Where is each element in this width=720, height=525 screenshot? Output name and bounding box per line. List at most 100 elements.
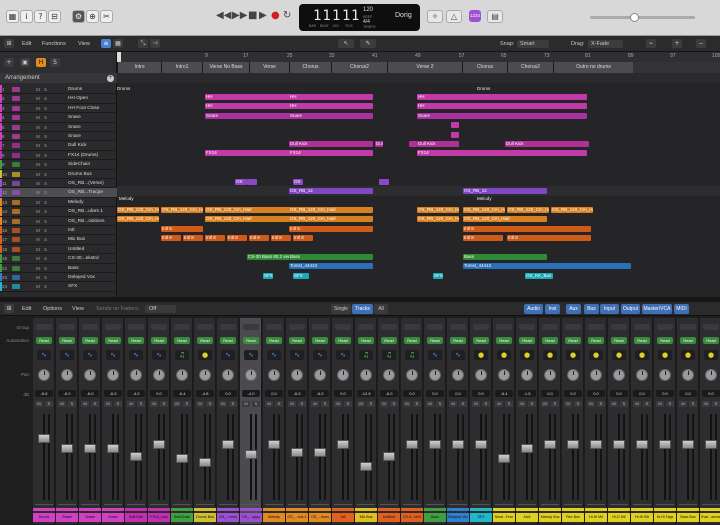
channel-strip[interactable]: Read ● 0.0 M S Hi-Hi Tags bbox=[654, 318, 676, 524]
ruler-toggle-icon[interactable]: ▤ bbox=[487, 10, 503, 23]
pan-knob[interactable] bbox=[521, 369, 533, 381]
track-header[interactable]: 23 M S Delayed Vox bbox=[0, 273, 117, 283]
strip-name[interactable]: Hi-D 5/6 bbox=[608, 513, 630, 522]
pan-knob[interactable] bbox=[498, 369, 510, 381]
pan-knob[interactable] bbox=[567, 369, 579, 381]
solo-button[interactable]: S bbox=[206, 401, 214, 407]
channel-strip[interactable]: Read ● 0.0 M S Hi-D 5/6 bbox=[608, 318, 630, 524]
grid-view-icon[interactable]: ▦ bbox=[113, 39, 123, 48]
automation-read-button[interactable]: Read bbox=[105, 337, 121, 344]
volume-fader[interactable] bbox=[107, 444, 119, 453]
automation-read-button[interactable]: Read bbox=[289, 337, 305, 344]
pan-knob[interactable] bbox=[659, 369, 671, 381]
mute-button[interactable]: M bbox=[58, 401, 66, 407]
channel-strip[interactable]: Read ∿ -6.0 M S Snare bbox=[102, 318, 124, 524]
automation-read-button[interactable]: Read bbox=[381, 337, 397, 344]
group-slot[interactable] bbox=[680, 324, 696, 330]
channel-strip[interactable]: Read ∿ 0.0 M S FX14_ums bbox=[148, 318, 170, 524]
solo-button[interactable]: S bbox=[68, 401, 76, 407]
region[interactable]: Snare bbox=[417, 112, 587, 119]
channel-strip[interactable]: Read ● 0.0 M S Hi-Hi Mit bbox=[585, 318, 607, 524]
region[interactable]: SFX bbox=[433, 272, 443, 279]
automation-read-button[interactable]: Read bbox=[82, 337, 98, 344]
mute-button[interactable]: M bbox=[334, 401, 342, 407]
solo-button[interactable]: S bbox=[367, 401, 375, 407]
channel-strip[interactable]: Read ● -4.8 M S Drums Bus bbox=[194, 318, 216, 524]
pan-knob[interactable] bbox=[337, 369, 349, 381]
solo-button[interactable]: S bbox=[114, 401, 122, 407]
waveform-zoom-icon[interactable]: ⌁ bbox=[646, 39, 656, 48]
region[interactable]: OS_RB_120_Cm_Harl bbox=[161, 206, 203, 213]
solo-button[interactable]: S bbox=[44, 198, 47, 207]
tracks-button[interactable]: Tracks bbox=[352, 304, 373, 314]
channel-strip[interactable]: Read ∿ -6.0 M S OS_...tions bbox=[309, 318, 331, 524]
mute-button[interactable]: M bbox=[36, 123, 40, 132]
pan-knob[interactable] bbox=[682, 369, 694, 381]
mixer-filter-master-vca[interactable]: Master/VCA bbox=[642, 304, 672, 314]
mixer-filter-input[interactable]: Input bbox=[600, 304, 619, 314]
solo-button[interactable]: S bbox=[643, 401, 651, 407]
mixer-edit-menu[interactable]: Edit bbox=[22, 305, 31, 313]
pan-knob[interactable] bbox=[130, 369, 142, 381]
mixer-filter-aux[interactable]: Aux bbox=[566, 304, 581, 314]
solo-button[interactable]: S bbox=[44, 104, 47, 113]
region[interactable]: Snare bbox=[205, 112, 291, 119]
pan-knob[interactable] bbox=[452, 369, 464, 381]
automation-read-button[interactable]: Read bbox=[634, 337, 650, 344]
strip-name[interactable]: Drums bbox=[33, 513, 55, 522]
pan-knob[interactable] bbox=[153, 369, 165, 381]
region[interactable]: OS bbox=[235, 178, 247, 185]
region[interactable]: OS_RB_120_Cm_Harl bbox=[289, 206, 373, 213]
add-track-icon[interactable]: + bbox=[4, 58, 14, 67]
mute-button[interactable]: M bbox=[36, 245, 40, 254]
mute-button[interactable]: M bbox=[150, 401, 158, 407]
automation-read-button[interactable]: Read bbox=[427, 337, 443, 344]
volume-knob[interactable] bbox=[630, 13, 639, 22]
mute-button[interactable]: M bbox=[35, 401, 43, 407]
automation-read-button[interactable]: Read bbox=[450, 337, 466, 344]
arrangement-markers[interactable]: Intro Intro1 Verse No Bass Verse Chorus Choru… bbox=[117, 62, 720, 73]
channel-strip[interactable]: Read ● 0.0 M S Eval...amule bbox=[700, 318, 720, 524]
master-volume-slider[interactable] bbox=[590, 13, 695, 22]
solo-button[interactable]: S bbox=[44, 217, 47, 226]
mute-button[interactable]: M bbox=[36, 132, 40, 141]
automation-read-button[interactable]: Read bbox=[243, 337, 259, 344]
pan-knob[interactable] bbox=[636, 369, 648, 381]
track-header[interactable]: 2 M S HH Open bbox=[0, 94, 117, 104]
group-slot[interactable] bbox=[473, 324, 489, 330]
solo-button[interactable]: S bbox=[275, 401, 283, 407]
arrangement-marker[interactable]: Verse No Bass bbox=[202, 62, 249, 73]
track-header[interactable]: 7 M S Dull Kick bbox=[0, 141, 117, 151]
solo-button[interactable]: S bbox=[44, 207, 47, 216]
arrangement-marker[interactable]: Chorus2 bbox=[331, 62, 387, 73]
volume-fader[interactable] bbox=[337, 440, 349, 449]
group-slot[interactable] bbox=[542, 324, 558, 330]
group-slot[interactable] bbox=[358, 324, 374, 330]
solo-button[interactable]: S bbox=[413, 401, 421, 407]
strip-name[interactable]: Dull Kick bbox=[125, 513, 147, 522]
solo-button[interactable]: S bbox=[390, 401, 398, 407]
mute-button[interactable]: M bbox=[36, 170, 40, 179]
mute-button[interactable]: M bbox=[610, 401, 618, 407]
arrangement-add-icon[interactable]: + bbox=[107, 75, 114, 82]
pan-knob[interactable] bbox=[314, 369, 326, 381]
mixer-filter-bus[interactable]: Bus bbox=[584, 304, 599, 314]
channel-strip[interactable]: Read ∿ 0.0 M S Delayed Vox bbox=[447, 318, 469, 524]
channel-strip[interactable]: Read ● 0.0 M S Melody Bus bbox=[539, 318, 561, 524]
channel-strip[interactable]: Read ♫ -6.4 M S SideChain bbox=[171, 318, 193, 524]
track-header[interactable]: 18 M S Untitled bbox=[0, 244, 117, 255]
channel-strip[interactable]: Read ∿ -6.0 M S Snare bbox=[56, 318, 78, 524]
mute-button[interactable]: M bbox=[81, 401, 89, 407]
solo-button[interactable]: S bbox=[44, 160, 47, 169]
mute-button[interactable]: M bbox=[36, 282, 40, 291]
snap-select[interactable]: Smart bbox=[517, 40, 549, 48]
pan-knob[interactable] bbox=[429, 369, 441, 381]
mute-button[interactable]: M bbox=[495, 401, 503, 407]
mixer-view-menu[interactable]: View bbox=[72, 305, 84, 313]
group-slot[interactable] bbox=[657, 324, 673, 330]
solo-button[interactable]: S bbox=[44, 85, 47, 94]
arrange-area[interactable]: Drums Drums HH HH HH HH HH HH Snare Snare Snare Dul… bbox=[117, 83, 720, 297]
scissors-icon[interactable]: ✂ bbox=[100, 10, 113, 23]
pointer-tool-icon[interactable]: ↖ bbox=[338, 39, 354, 48]
region[interactable]: OS_RB_120_Cm_Harl bbox=[463, 206, 505, 213]
